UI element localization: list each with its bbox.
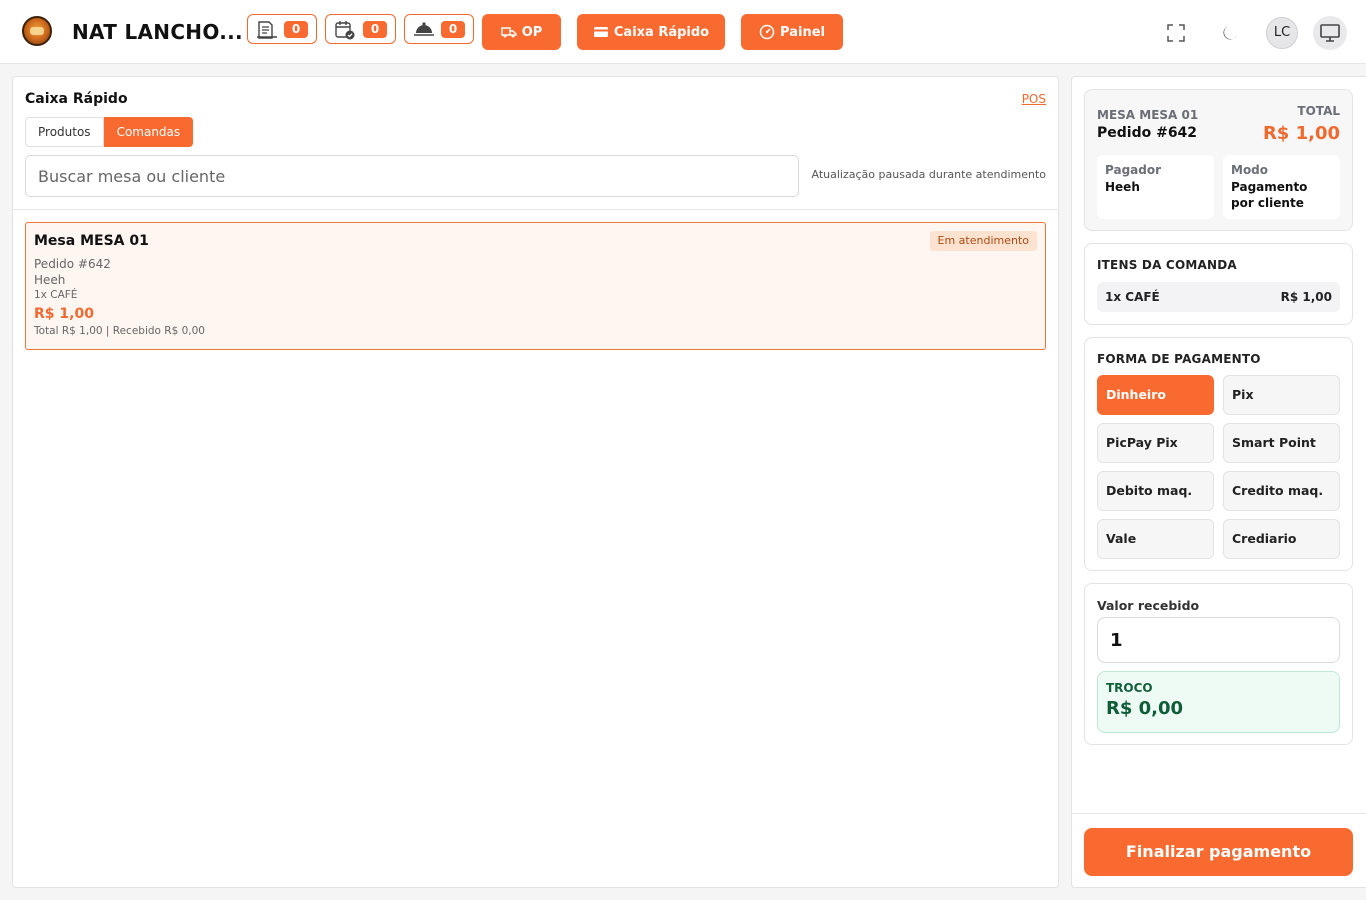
change-label: TROCO bbox=[1106, 681, 1153, 695]
received-label: Valor recebido bbox=[1097, 598, 1200, 613]
mode-value: Pagamento por cliente bbox=[1231, 180, 1308, 210]
order-items: 1x CAFÉ bbox=[34, 289, 78, 301]
payment-picpay-pix-button[interactable]: PicPay Pix bbox=[1097, 423, 1214, 463]
update-paused-notice: Atualização pausada durante atendimento bbox=[811, 168, 1046, 181]
payer-value: Heeh bbox=[1105, 180, 1140, 194]
payment-methods-grid: Dinheiro Pix PicPay Pix Smart Point Debi… bbox=[1097, 375, 1340, 559]
order-client: Heeh bbox=[34, 273, 66, 287]
payment-smart-point-button[interactable]: Smart Point bbox=[1223, 423, 1340, 463]
summary-order-number: Pedido #642 bbox=[1097, 125, 1198, 141]
scheduled-count: 0 bbox=[363, 21, 387, 38]
quick-cashier-panel: Caixa Rápido POS Produtos Comandas Atual… bbox=[12, 76, 1059, 888]
divider bbox=[13, 209, 1058, 210]
order-summary: Total R$ 1,00 | Recebido R$ 0,00 bbox=[34, 325, 205, 337]
summary-total: R$ 1,00 bbox=[1262, 123, 1340, 144]
payment-title: FORMA DE PAGAMENTO bbox=[1097, 352, 1261, 366]
summary-total-label: TOTAL bbox=[1297, 104, 1340, 118]
gauge-icon bbox=[759, 24, 775, 40]
search-input[interactable] bbox=[25, 155, 799, 197]
op-button[interactable]: OP bbox=[482, 14, 561, 50]
order-table-title: Mesa MESA 01 bbox=[34, 233, 149, 249]
order-amount: R$ 1,00 bbox=[34, 306, 94, 322]
user-avatar[interactable]: LC bbox=[1266, 17, 1298, 49]
fullscreen-icon bbox=[1167, 24, 1185, 42]
change-box: TROCO R$ 0,00 bbox=[1097, 671, 1340, 733]
credit-card-icon bbox=[593, 27, 608, 37]
payment-debito-button[interactable]: Debito maq. bbox=[1097, 471, 1214, 511]
item-price: R$ 1,00 bbox=[1280, 290, 1332, 304]
painel-button[interactable]: Painel bbox=[741, 14, 843, 50]
status-badge: Em atendimento bbox=[929, 231, 1037, 251]
payer-box: Pagador Heeh bbox=[1097, 155, 1214, 219]
received-value-card: Valor recebido TROCO R$ 0,00 bbox=[1084, 583, 1353, 745]
truck-icon bbox=[501, 27, 517, 38]
divider bbox=[1072, 813, 1366, 814]
payment-vale-button[interactable]: Vale bbox=[1097, 519, 1214, 559]
view-tabs: Produtos Comandas bbox=[25, 117, 194, 147]
delivery-icon bbox=[414, 22, 434, 36]
delivery-counter[interactable]: 0 bbox=[404, 14, 474, 44]
orders-count: 0 bbox=[284, 21, 308, 38]
caixa-rapido-label: Caixa Rápido bbox=[613, 24, 710, 40]
payment-crediario-button[interactable]: Crediario bbox=[1223, 519, 1340, 559]
finalize-payment-button[interactable]: Finalizar pagamento bbox=[1084, 828, 1353, 876]
pos-link[interactable]: POS bbox=[1022, 92, 1046, 106]
painel-label: Painel bbox=[780, 24, 825, 40]
payment-panel: MESA MESA 01 Pedido #642 TOTAL R$ 1,00 P… bbox=[1071, 76, 1366, 888]
delivery-count: 0 bbox=[441, 21, 465, 38]
mode-label: Modo bbox=[1231, 163, 1269, 177]
display-mode-button[interactable] bbox=[1313, 16, 1347, 50]
monitor-icon bbox=[1320, 24, 1340, 42]
received-value-input[interactable] bbox=[1097, 617, 1340, 663]
receipt-icon bbox=[257, 21, 277, 39]
list-item: 1x CAFÉ R$ 1,00 bbox=[1097, 282, 1340, 312]
calendar-check-icon bbox=[335, 21, 355, 40]
payment-pix-button[interactable]: Pix bbox=[1223, 375, 1340, 415]
moon-icon bbox=[1223, 26, 1237, 40]
brand-logo[interactable] bbox=[22, 16, 52, 46]
order-number: Pedido #642 bbox=[34, 257, 111, 271]
tab-produtos[interactable]: Produtos bbox=[25, 117, 104, 147]
order-items-card: ITENS DA COMANDA 1x CAFÉ R$ 1,00 bbox=[1084, 243, 1353, 325]
payment-method-card: FORMA DE PAGAMENTO Dinheiro Pix PicPay P… bbox=[1084, 337, 1353, 571]
order-card[interactable]: Mesa MESA 01 Em atendimento Pedido #642 … bbox=[25, 222, 1046, 350]
items-title: ITENS DA COMANDA bbox=[1097, 258, 1237, 272]
change-value: R$ 0,00 bbox=[1106, 698, 1184, 719]
summary-table: MESA MESA 01 bbox=[1097, 108, 1199, 122]
scheduled-counter[interactable]: 0 bbox=[325, 14, 396, 44]
tab-comandas[interactable]: Comandas bbox=[103, 117, 194, 147]
order-summary-card: MESA MESA 01 Pedido #642 TOTAL R$ 1,00 P… bbox=[1084, 89, 1353, 231]
payment-dinheiro-button[interactable]: Dinheiro bbox=[1097, 375, 1214, 415]
op-button-label: OP bbox=[521, 24, 543, 40]
item-name: 1x CAFÉ bbox=[1105, 290, 1160, 304]
top-header: NAT LANCHO... 0 0 0 OP Caixa Rápido Pain… bbox=[0, 0, 1366, 64]
orders-counter[interactable]: 0 bbox=[247, 14, 317, 44]
app-title: NAT LANCHO... bbox=[72, 20, 243, 44]
fullscreen-button[interactable] bbox=[1162, 19, 1190, 47]
caixa-rapido-button[interactable]: Caixa Rápido bbox=[577, 14, 725, 50]
panel-title: Caixa Rápido bbox=[25, 91, 128, 107]
payment-credito-button[interactable]: Credito maq. bbox=[1223, 471, 1340, 511]
mode-box: Modo Pagamento por cliente bbox=[1223, 155, 1340, 219]
theme-toggle-button[interactable] bbox=[1216, 19, 1244, 47]
payer-label: Pagador bbox=[1105, 163, 1162, 177]
